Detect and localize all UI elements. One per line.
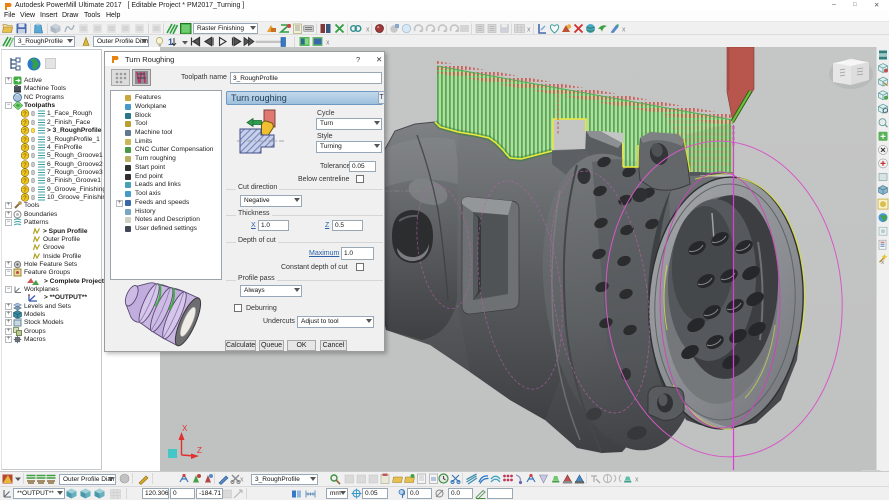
svg-text:x: x (622, 27, 626, 34)
svg-text:x: x (326, 40, 330, 47)
svg-text:x: x (240, 477, 244, 484)
svg-text:x: x (635, 477, 639, 484)
svg-text:Z: Z (197, 446, 202, 455)
svg-text:x: x (366, 27, 370, 34)
svg-text:X: X (182, 424, 188, 433)
svg-text:1: 1 (168, 37, 173, 47)
svg-text:x: x (527, 27, 531, 34)
svg-text:x: x (881, 259, 885, 266)
